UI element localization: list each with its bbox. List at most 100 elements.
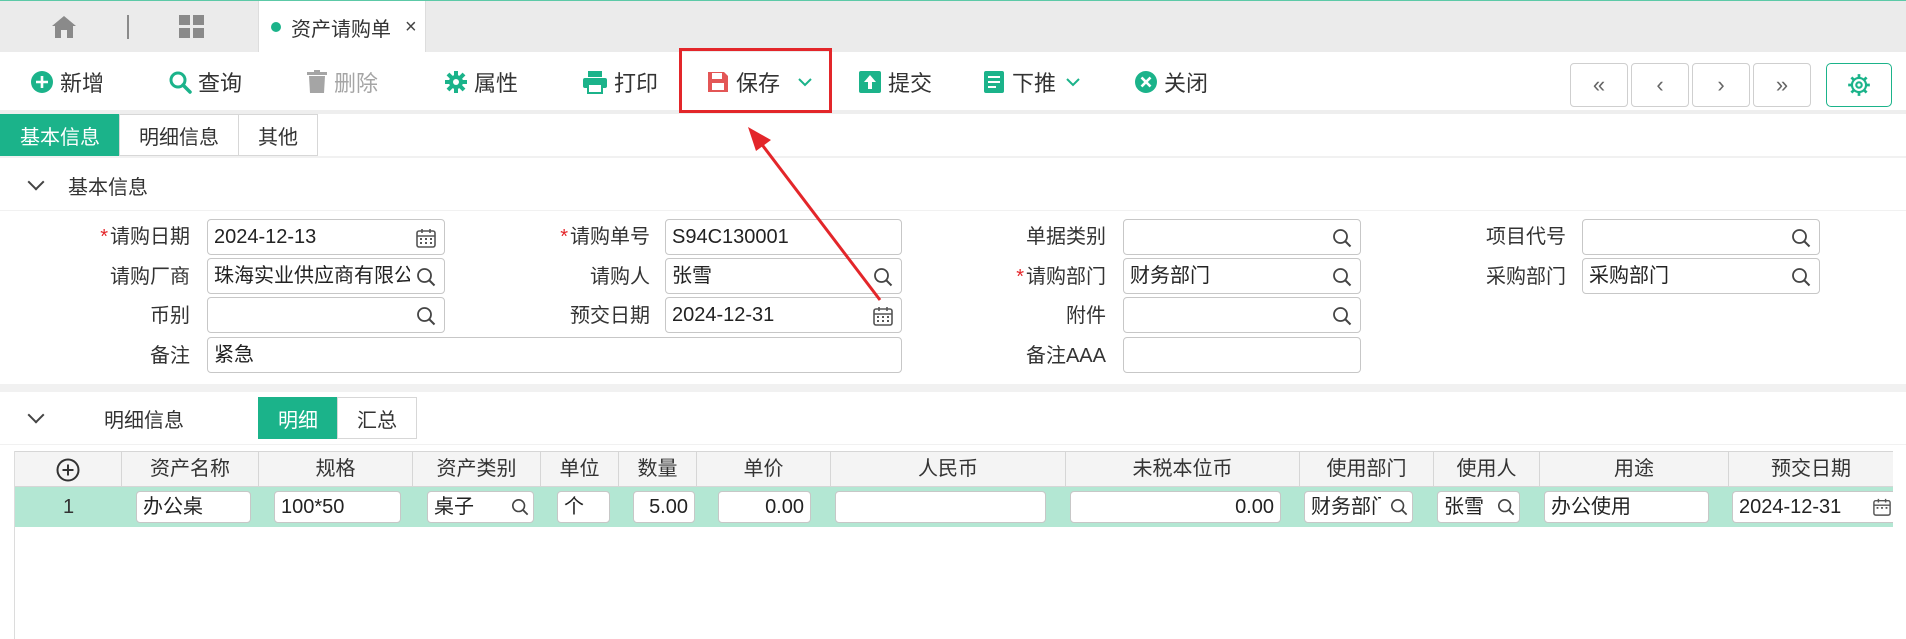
expected-date-label: 预交日期 xyxy=(570,305,650,327)
expected-date-field[interactable]: 2024-12-31 xyxy=(665,297,902,333)
unit-cell[interactable]: 个 xyxy=(557,491,610,523)
prev-icon: ‹ xyxy=(1656,72,1664,97)
tab-asset-request[interactable]: 资产请购单 × xyxy=(258,1,426,53)
purchase-dept-field[interactable]: 采购部门 xyxy=(1582,258,1820,294)
add-row-button[interactable] xyxy=(15,452,122,486)
search-icon[interactable] xyxy=(1332,306,1352,326)
vendor-label: 请购厂商 xyxy=(110,266,190,288)
cell-value: 100*50 xyxy=(281,496,345,518)
tab-detail-info[interactable]: 明细信息 xyxy=(119,114,239,156)
chevron-down-icon[interactable] xyxy=(1066,77,1080,87)
printer-icon xyxy=(583,71,607,94)
remark-label: 备注 xyxy=(150,345,190,367)
prev-record-button[interactable]: ‹ xyxy=(1631,63,1689,107)
properties-button[interactable]: 属性 xyxy=(444,62,518,102)
qty-cell[interactable]: 5.00 xyxy=(633,491,695,523)
request-no-field[interactable]: S94C130001 xyxy=(665,219,902,255)
purpose-cell[interactable]: 办公使用 xyxy=(1544,491,1709,523)
search-icon[interactable] xyxy=(511,498,529,516)
calendar-icon[interactable] xyxy=(1873,498,1891,516)
print-button[interactable]: 打印 xyxy=(582,62,658,102)
col-asset-name[interactable]: 资产名称 xyxy=(122,452,259,486)
request-dept-field[interactable]: 财务部门 xyxy=(1123,258,1361,294)
table-row[interactable]: 1 办公桌 100*50 桌子 个 5.00 0.00 0.00 财务部门 张雪… xyxy=(15,487,1893,527)
properties-label: 属性 xyxy=(474,71,519,96)
currency-field[interactable] xyxy=(207,297,445,333)
submit-button[interactable]: 提交 xyxy=(858,62,932,102)
search-icon[interactable] xyxy=(1390,498,1408,516)
field-value: 采购部门 xyxy=(1589,265,1669,287)
home-icon[interactable] xyxy=(50,14,78,40)
col-unit[interactable]: 单位 xyxy=(541,452,619,486)
apps-grid-icon[interactable] xyxy=(178,14,206,40)
first-record-button[interactable]: « xyxy=(1570,63,1628,107)
col-untaxed[interactable]: 未税本位币 xyxy=(1066,452,1300,486)
tab-basic-info[interactable]: 基本信息 xyxy=(0,114,120,156)
project-code-label: 项目代号 xyxy=(1486,226,1566,248)
last-record-button[interactable]: » xyxy=(1753,63,1811,107)
active-dot-icon xyxy=(271,22,281,32)
category-cell[interactable]: 桌子 xyxy=(427,491,534,523)
calendar-icon[interactable] xyxy=(416,228,436,248)
tab-other[interactable]: 其他 xyxy=(238,114,318,156)
label-text: 请购部门 xyxy=(1026,266,1106,288)
cell-value: 5.00 xyxy=(649,496,688,518)
col-category[interactable]: 资产类别 xyxy=(413,452,541,486)
search-icon[interactable] xyxy=(1332,267,1352,287)
gear-icon xyxy=(1848,74,1870,96)
dept-cell[interactable]: 财务部门 xyxy=(1304,491,1413,523)
requester-field[interactable]: 张雪 xyxy=(665,258,902,294)
push-down-button[interactable]: 下推 xyxy=(982,62,1086,102)
project-code-field[interactable] xyxy=(1582,219,1820,255)
spec-cell[interactable]: 100*50 xyxy=(274,491,401,523)
remark-field[interactable]: 紧急 xyxy=(207,337,902,373)
required-mark: * xyxy=(560,226,568,248)
col-purpose[interactable]: 用途 xyxy=(1540,452,1729,486)
col-rmb[interactable]: 人民币 xyxy=(831,452,1066,486)
rmb-cell[interactable] xyxy=(835,491,1046,523)
search-icon[interactable] xyxy=(1332,228,1352,248)
next-record-button[interactable]: › xyxy=(1692,63,1750,107)
chevron-down-icon[interactable] xyxy=(27,173,45,191)
add-button[interactable]: 新增 xyxy=(30,62,104,102)
search-icon[interactable] xyxy=(873,267,893,287)
col-dept[interactable]: 使用部门 xyxy=(1300,452,1434,486)
search-icon[interactable] xyxy=(416,306,436,326)
field-value: 珠海实业供应商有限公司 xyxy=(214,265,410,287)
calendar-icon[interactable] xyxy=(873,306,893,326)
remark-aaa-field[interactable] xyxy=(1123,337,1361,373)
close-button[interactable]: 关闭 xyxy=(1134,62,1208,102)
doc-type-field[interactable] xyxy=(1123,219,1361,255)
asset-name-cell[interactable]: 办公桌 xyxy=(136,491,251,523)
search-icon[interactable] xyxy=(1791,267,1811,287)
col-qty[interactable]: 数量 xyxy=(619,452,697,486)
attachment-field[interactable] xyxy=(1123,297,1361,333)
delete-button[interactable]: 删除 xyxy=(306,62,378,102)
tab-detail[interactable]: 明细 xyxy=(258,397,338,439)
field-value: 紧急 xyxy=(214,344,254,366)
label-text: 请购日期 xyxy=(110,226,190,248)
col-user[interactable]: 使用人 xyxy=(1434,452,1540,486)
price-cell[interactable]: 0.00 xyxy=(718,491,811,523)
query-button[interactable]: 查询 xyxy=(168,62,242,102)
vendor-field[interactable]: 珠海实业供应商有限公司 xyxy=(207,258,445,294)
col-date[interactable]: 预交日期 xyxy=(1729,452,1893,486)
col-spec[interactable]: 规格 xyxy=(259,452,413,486)
search-icon[interactable] xyxy=(416,267,436,287)
user-cell[interactable]: 张雪 xyxy=(1437,491,1520,523)
search-icon[interactable] xyxy=(1791,228,1811,248)
search-icon xyxy=(169,71,192,94)
untaxed-cell[interactable]: 0.00 xyxy=(1070,491,1281,523)
tab-summary[interactable]: 汇总 xyxy=(337,397,417,439)
date-cell[interactable]: 2024-12-31 xyxy=(1732,491,1893,523)
basic-info-title: 基本信息 xyxy=(68,176,148,199)
basic-info-header[interactable]: 基本信息 xyxy=(0,160,1906,210)
push-down-label: 下推 xyxy=(1012,71,1057,96)
col-price[interactable]: 单价 xyxy=(697,452,831,486)
settings-button[interactable] xyxy=(1826,63,1892,107)
close-tab-icon[interactable]: × xyxy=(405,16,417,39)
request-date-field[interactable]: 2024-12-13 xyxy=(207,219,445,255)
chevron-down-icon[interactable] xyxy=(27,406,45,424)
document-list-icon xyxy=(984,71,1004,93)
search-icon[interactable] xyxy=(1497,498,1515,516)
